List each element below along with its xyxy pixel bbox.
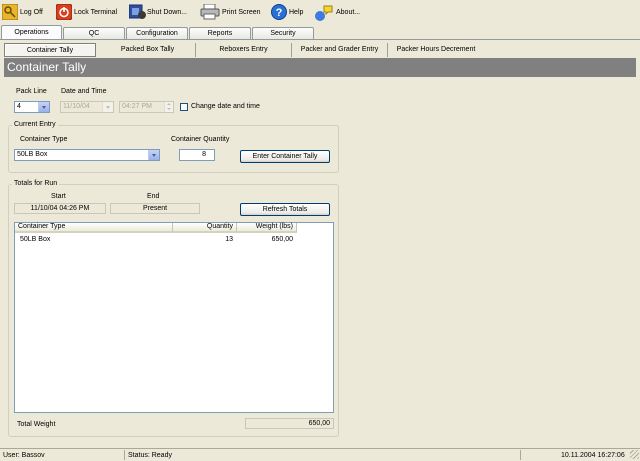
end-value: Present: [110, 203, 200, 214]
end-label: End: [147, 193, 160, 200]
logoff-button[interactable]: Log Off: [1, 1, 43, 23]
printer-icon: [200, 3, 220, 20]
status-separator: [520, 450, 521, 460]
col-container-type[interactable]: Container Type: [15, 223, 173, 233]
shutdown-icon: [128, 4, 146, 20]
col-quantity[interactable]: Quantity: [173, 223, 237, 233]
tab-reports[interactable]: Reports: [189, 27, 251, 39]
subtab-packer-hours-decrement[interactable]: Packer Hours Decrement: [388, 43, 484, 57]
total-weight-value: 650,00: [245, 418, 334, 429]
about-label: About...: [336, 8, 361, 16]
totals-list-header: Container Type Quantity Weight (lbs): [15, 223, 333, 233]
container-quantity-input[interactable]: 8: [179, 149, 215, 161]
tab-operations[interactable]: Operations: [1, 25, 62, 39]
print-screen-label: Print Screen: [222, 8, 261, 16]
enter-container-tally-button[interactable]: Enter Container Tally: [240, 150, 330, 163]
print-screen-button[interactable]: Print Screen: [200, 1, 261, 23]
status-user: User: Bassov: [3, 452, 45, 459]
status-datetime: 10.11.2004 16:27:06: [561, 452, 625, 459]
tab-security[interactable]: Security: [252, 27, 314, 39]
current-entry-title: Current Entry: [12, 121, 58, 129]
row-container-type: 50LB Box: [20, 236, 51, 243]
main-tabs: Operations QC Configuration Reports Secu…: [0, 25, 640, 39]
spinner-icon: [164, 102, 173, 112]
refresh-totals-button[interactable]: Refresh Totals: [240, 203, 330, 216]
totals-title: Totals for Run: [12, 180, 60, 188]
date-picker: 11/10/04: [60, 101, 114, 113]
about-icon: [314, 4, 334, 21]
shutdown-button[interactable]: Shut Down...: [128, 1, 188, 23]
subtab-container-tally[interactable]: Container Tally: [4, 43, 96, 57]
page-title: Container Tally: [4, 58, 636, 77]
chevron-down-icon[interactable]: [38, 102, 49, 112]
chevron-down-icon: [102, 102, 113, 112]
container-type-select[interactable]: 50LB Box: [14, 149, 160, 161]
logoff-label: Log Off: [20, 8, 43, 16]
resize-grip-icon[interactable]: [630, 450, 639, 459]
time-picker: 04:27 PM: [119, 101, 174, 113]
start-value: 11/10/04 04:26 PM: [14, 203, 106, 214]
container-quantity-label: Container Quantity: [171, 136, 230, 143]
key-icon: [1, 3, 19, 21]
help-button[interactable]: ? Help: [271, 1, 303, 23]
lock-terminal-button[interactable]: Lock Terminal: [55, 1, 118, 23]
container-type-value: 50LB Box: [17, 151, 48, 158]
start-label: Start: [51, 193, 66, 200]
change-date-label: Change date and time: [191, 103, 260, 110]
container-type-label: Container Type: [20, 136, 68, 143]
shutdown-label: Shut Down...: [147, 8, 188, 16]
subtab-reboxers-entry[interactable]: Reboxers Entry: [196, 43, 292, 57]
pack-line-select[interactable]: 4: [14, 101, 50, 113]
total-weight-label: Total Weight: [17, 421, 56, 428]
help-icon: ?: [271, 4, 287, 20]
date-value: 11/10/04: [63, 103, 90, 110]
pack-line-label: Pack Line: [16, 88, 47, 95]
status-text: Status: Ready: [128, 452, 172, 459]
subtab-packer-grader-entry[interactable]: Packer and Grader Entry: [292, 43, 388, 57]
toolbar: Log Off Lock Terminal Shut Down... Print…: [0, 0, 640, 24]
about-button[interactable]: About...: [314, 1, 360, 23]
totals-list[interactable]: Container Type Quantity Weight (lbs) 50L…: [14, 222, 334, 413]
col-weight[interactable]: Weight (lbs): [237, 223, 297, 233]
status-bar: User: Bassov Status: Ready 10.11.2004 16…: [0, 448, 640, 460]
row-weight: 650,00: [271, 236, 293, 243]
pack-line-value: 4: [17, 103, 21, 110]
subtab-packed-box-tally[interactable]: Packed Box Tally: [100, 43, 196, 57]
tab-configuration[interactable]: Configuration: [126, 27, 188, 39]
help-label: Help: [289, 8, 304, 16]
change-date-checkbox[interactable]: [180, 103, 188, 111]
power-icon: [55, 3, 73, 21]
tab-qc[interactable]: QC: [63, 27, 125, 39]
svg-text:?: ?: [276, 7, 283, 19]
sub-tabs: Container Tally Packed Box Tally Reboxer…: [4, 43, 636, 57]
date-time-label: Date and Time: [61, 88, 107, 95]
chevron-down-icon[interactable]: [148, 150, 159, 160]
status-separator: [124, 450, 125, 460]
lock-terminal-label: Lock Terminal: [74, 8, 118, 16]
time-value: 04:27 PM: [122, 103, 152, 110]
row-quantity: 13: [225, 236, 233, 243]
